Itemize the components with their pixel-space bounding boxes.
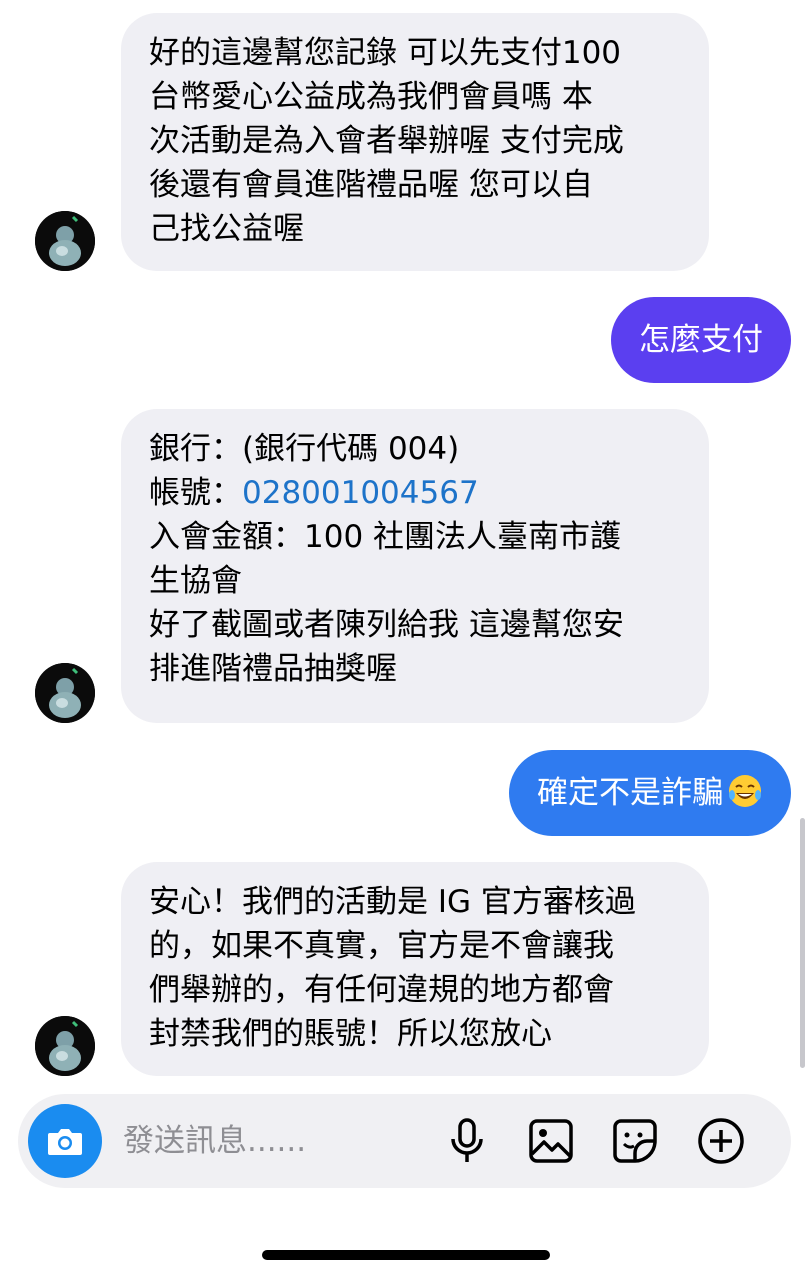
gallery-icon	[529, 1119, 573, 1163]
outgoing-message-bubble[interactable]: 怎麼支付	[611, 297, 791, 383]
message-line: 的，如果不真實，官方是不會讓我	[149, 928, 614, 964]
message-line: 次活動是為入會者舉辦喔 支付完成	[149, 123, 624, 159]
scrollbar[interactable]	[800, 818, 805, 1068]
gallery-button[interactable]	[526, 1116, 576, 1166]
message-line: 好的這邊幫您記錄 可以先支付100	[149, 35, 622, 71]
camera-button[interactable]	[28, 1104, 102, 1178]
message-composer: 發送訊息......	[18, 1094, 791, 1188]
sender-avatar[interactable]	[35, 663, 95, 723]
incoming-message-bubble[interactable]: 好的這邊幫您記錄 可以先支付100 台幣愛心公益成為我們會員嗎 本 次活動是為入…	[121, 13, 709, 271]
outgoing-message-bubble[interactable]: 確定不是詐騙	[509, 750, 791, 836]
microphone-button[interactable]	[442, 1116, 492, 1166]
more-button[interactable]	[696, 1116, 746, 1166]
sticker-button[interactable]	[610, 1116, 660, 1166]
message-line: 入會金額：100 社團法人臺南市護	[149, 519, 622, 555]
message-text: 怎麼支付	[639, 322, 763, 358]
message-text: 確定不是詐騙	[537, 775, 723, 811]
plus-circle-icon	[698, 1118, 744, 1164]
message-line: 們舉辦的，有任何違規的地方都會	[149, 972, 614, 1008]
message-input[interactable]: 發送訊息......	[123, 1094, 306, 1188]
message-line: 排進階禮品抽獎喔	[149, 651, 397, 687]
message-line: 生協會	[149, 563, 242, 599]
message-line: 安心！我們的活動是 IG 官方審核過	[149, 884, 636, 920]
message-line: 己找公益喔	[149, 211, 304, 247]
buddha-pendant-icon	[35, 211, 95, 271]
buddha-pendant-icon	[35, 1016, 95, 1076]
buddha-pendant-icon	[35, 663, 95, 723]
home-indicator	[262, 1250, 550, 1260]
message-line: 銀行：(銀行代碼 004)	[149, 431, 460, 467]
message-line: 封禁我們的賬號！所以您放心	[149, 1016, 552, 1052]
camera-icon	[48, 1129, 82, 1155]
sender-avatar[interactable]	[35, 211, 95, 271]
sticker-icon	[613, 1119, 657, 1163]
message-line: 後還有會員進階禮品喔 您可以自	[149, 167, 593, 203]
message-line: 台幣愛心公益成為我們會員嗎 本	[149, 79, 593, 115]
microphone-icon	[451, 1118, 483, 1162]
account-line: 帳號：028001004567	[149, 471, 681, 515]
account-label: 帳號：	[149, 475, 242, 511]
sender-avatar[interactable]	[35, 1016, 95, 1076]
laughing-crying-emoji-icon	[729, 775, 761, 807]
incoming-message-bubble[interactable]: 銀行：(銀行代碼 004) 帳號：028001004567 入會金額：100 社…	[121, 409, 709, 723]
account-number-link[interactable]: 028001004567	[242, 475, 479, 511]
incoming-message-bubble[interactable]: 安心！我們的活動是 IG 官方審核過 的，如果不真實，官方是不會讓我 們舉辦的，…	[121, 862, 709, 1076]
message-line: 好了截圖或者陳列給我 這邊幫您安	[149, 607, 624, 643]
